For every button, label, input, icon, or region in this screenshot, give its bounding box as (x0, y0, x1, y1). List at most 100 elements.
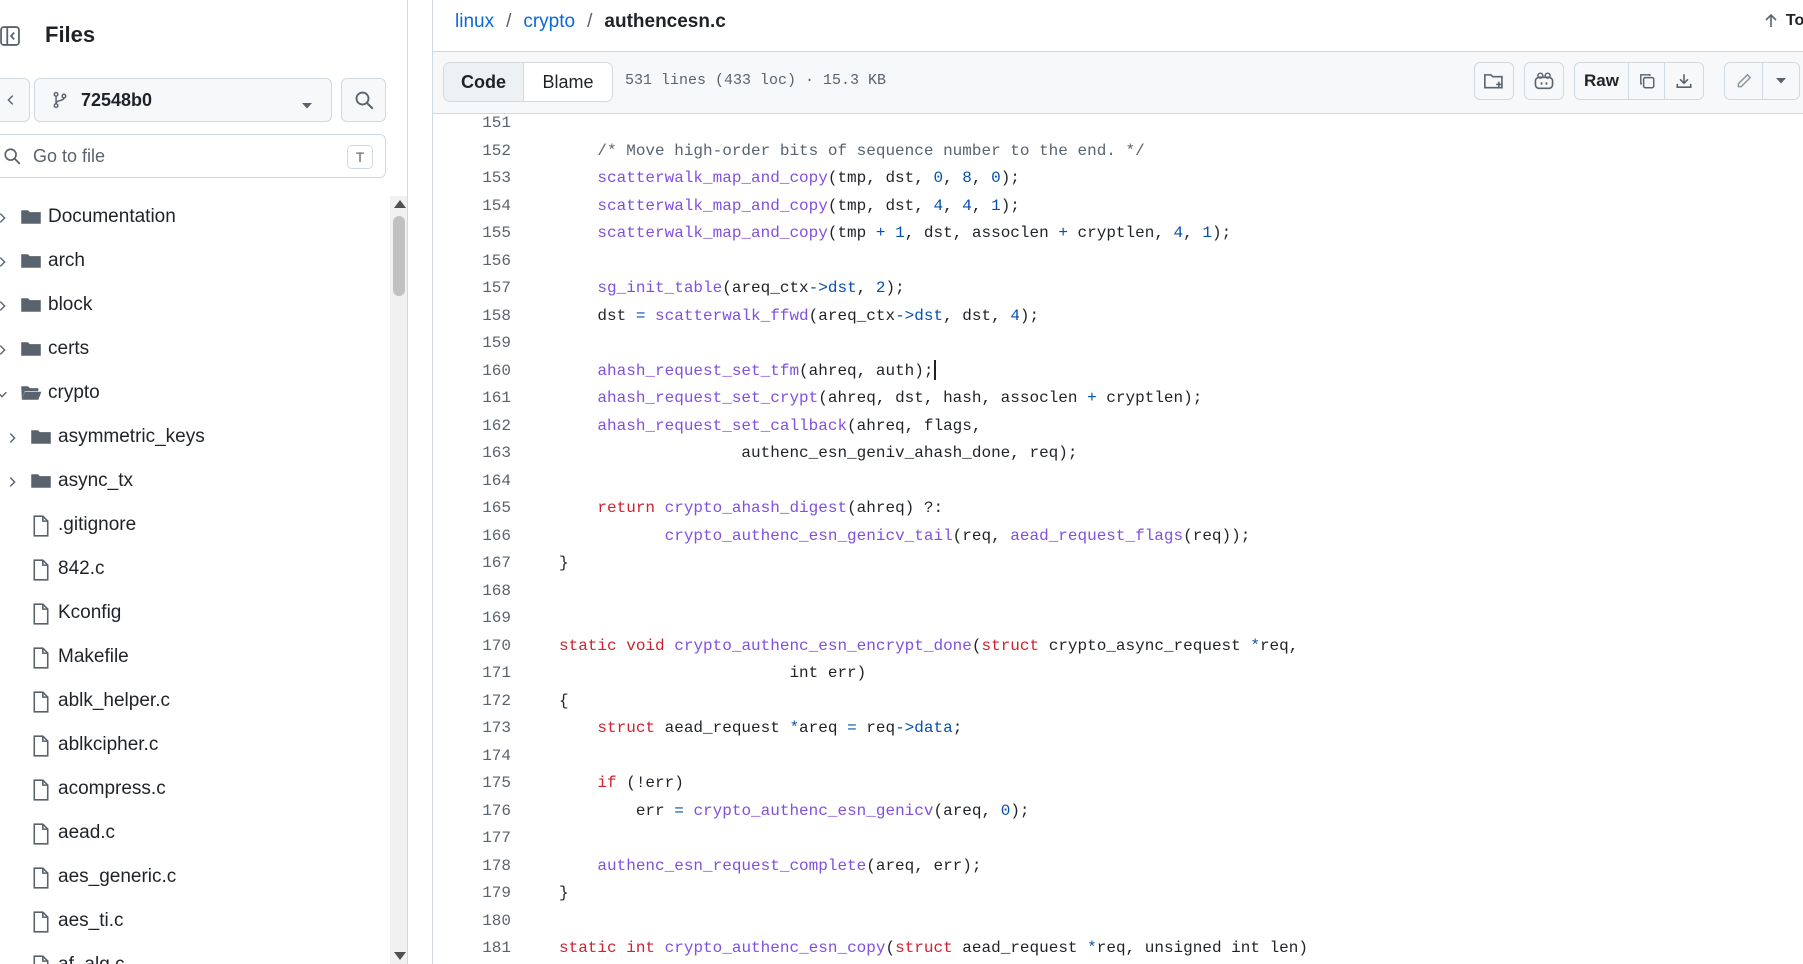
line-number[interactable]: 180 (433, 908, 511, 936)
code-line: 164 (433, 468, 1803, 496)
breadcrumb-link-repo[interactable]: linux (455, 11, 494, 33)
line-content: } (559, 880, 569, 908)
top-link-label: Top (1785, 12, 1803, 29)
scroll-up-arrow[interactable] (394, 200, 406, 208)
edit-file-button[interactable] (1725, 63, 1763, 99)
line-number[interactable]: 169 (433, 605, 511, 633)
tree-file[interactable]: aead.c (0, 812, 392, 856)
line-number[interactable]: 175 (433, 770, 511, 798)
chevron-right-icon[interactable] (0, 210, 10, 226)
scrollbar-thumb[interactable] (393, 216, 405, 296)
tree-file[interactable]: acompress.c (0, 768, 392, 812)
tree-file[interactable]: af_alg.c (0, 944, 392, 964)
code-line: 162 ahash_request_set_callback(ahreq, fl… (433, 413, 1803, 441)
tree-file[interactable]: ablkcipher.c (0, 724, 392, 768)
line-number[interactable]: 158 (433, 303, 511, 331)
line-number[interactable]: 155 (433, 220, 511, 248)
tree-file[interactable]: 842.c (0, 548, 392, 592)
back-button[interactable] (0, 78, 30, 122)
sidebar-scrollbar[interactable] (390, 196, 407, 964)
line-number[interactable]: 161 (433, 385, 511, 413)
line-number[interactable]: 160 (433, 358, 511, 386)
go-to-file-input[interactable] (33, 145, 333, 167)
scroll-down-arrow[interactable] (394, 952, 406, 960)
search-button[interactable] (341, 78, 386, 122)
more-edit-options-button[interactable] (1763, 63, 1799, 99)
collapse-sidebar-button[interactable] (0, 20, 26, 52)
code-line: 154 scatterwalk_map_and_copy(tmp, dst, 4… (433, 193, 1803, 221)
tree-folder[interactable]: certs (0, 328, 392, 372)
code-token: req, unsigned int len) (1096, 939, 1308, 957)
line-number[interactable]: 165 (433, 495, 511, 523)
line-number[interactable]: 164 (433, 468, 511, 496)
chevron-down-icon[interactable] (0, 386, 10, 402)
go-to-file-field[interactable]: T (0, 134, 386, 178)
line-number[interactable]: 154 (433, 193, 511, 221)
tree-folder[interactable]: arch (0, 240, 392, 284)
chevron-right-icon[interactable] (4, 474, 20, 490)
line-number[interactable]: 181 (433, 935, 511, 963)
tree-file[interactable]: Kconfig (0, 592, 392, 636)
copilot-button[interactable] (1524, 62, 1564, 100)
tab-code[interactable]: Code (444, 63, 524, 101)
code-token: int err) (559, 664, 867, 682)
sidebar-header: Files (0, 0, 407, 70)
tree-file[interactable]: aes_generic.c (0, 856, 392, 900)
chevron-right-icon[interactable] (4, 430, 20, 446)
line-number[interactable]: 178 (433, 853, 511, 881)
tree-folder[interactable]: asymmetric_keys (0, 416, 392, 460)
line-content: authenc_esn_geniv_ahash_done, req); (559, 440, 1077, 468)
folder-open-icon (20, 383, 42, 403)
line-number[interactable]: 152 (433, 138, 511, 166)
line-number[interactable]: 176 (433, 798, 511, 826)
line-number[interactable]: 170 (433, 633, 511, 661)
line-number[interactable]: 167 (433, 550, 511, 578)
line-number[interactable]: 162 (433, 413, 511, 441)
code-view[interactable]: 151 152 /* Move high-order bits of sequen… (433, 114, 1803, 964)
line-number[interactable]: 177 (433, 825, 511, 853)
line-number[interactable]: 157 (433, 275, 511, 303)
tree-folder[interactable]: Documentation (0, 196, 392, 240)
line-number[interactable]: 153 (433, 165, 511, 193)
line-number[interactable]: 173 (433, 715, 511, 743)
line-number[interactable]: 151 (433, 114, 511, 138)
tree-file[interactable]: Makefile (0, 636, 392, 680)
chevron-right-icon[interactable] (0, 342, 10, 358)
line-number[interactable]: 163 (433, 440, 511, 468)
line-number[interactable]: 166 (433, 523, 511, 551)
line-number[interactable]: 171 (433, 660, 511, 688)
search-icon (354, 90, 374, 110)
tab-blame[interactable]: Blame (524, 63, 612, 101)
breadcrumb-link-folder[interactable]: crypto (523, 11, 575, 33)
branch-selector-button[interactable]: 72548b0 (34, 78, 332, 122)
line-number[interactable]: 159 (433, 330, 511, 358)
tree-item-label: Makefile (58, 646, 129, 667)
download-icon (1675, 72, 1693, 90)
tree-item-label: ablkcipher.c (58, 734, 159, 755)
code-line: 160 ahash_request_set_tfm(ahreq, auth); (433, 358, 1803, 386)
line-number[interactable]: 174 (433, 743, 511, 771)
chevron-right-icon[interactable] (0, 254, 10, 270)
line-number[interactable]: 179 (433, 880, 511, 908)
tree-item-label: .gitignore (58, 514, 137, 535)
open-folder-button[interactable] (1474, 62, 1514, 100)
code-token: 4 (933, 196, 944, 215)
line-number[interactable]: 156 (433, 248, 511, 276)
tree-folder[interactable]: crypto (0, 372, 392, 416)
tree-file[interactable]: .gitignore (0, 504, 392, 548)
download-button[interactable] (1665, 63, 1703, 99)
code-token: (ahreq, flags, (847, 416, 982, 435)
tree-file[interactable]: aes_ti.c (0, 900, 392, 944)
file-icon (32, 559, 50, 581)
chevron-right-icon[interactable] (0, 298, 10, 314)
line-number[interactable]: 172 (433, 688, 511, 716)
tree-folder[interactable]: block (0, 284, 392, 328)
top-link[interactable]: Top (1764, 12, 1803, 30)
tree-file[interactable]: ablk_helper.c (0, 680, 392, 724)
code-token: authenc_esn_geniv_ahash_done, req); (559, 444, 1078, 462)
raw-button[interactable]: Raw (1575, 63, 1629, 99)
line-number[interactable]: 168 (433, 578, 511, 606)
copy-raw-button[interactable] (1629, 63, 1665, 99)
tree-folder[interactable]: async_tx (0, 460, 392, 504)
